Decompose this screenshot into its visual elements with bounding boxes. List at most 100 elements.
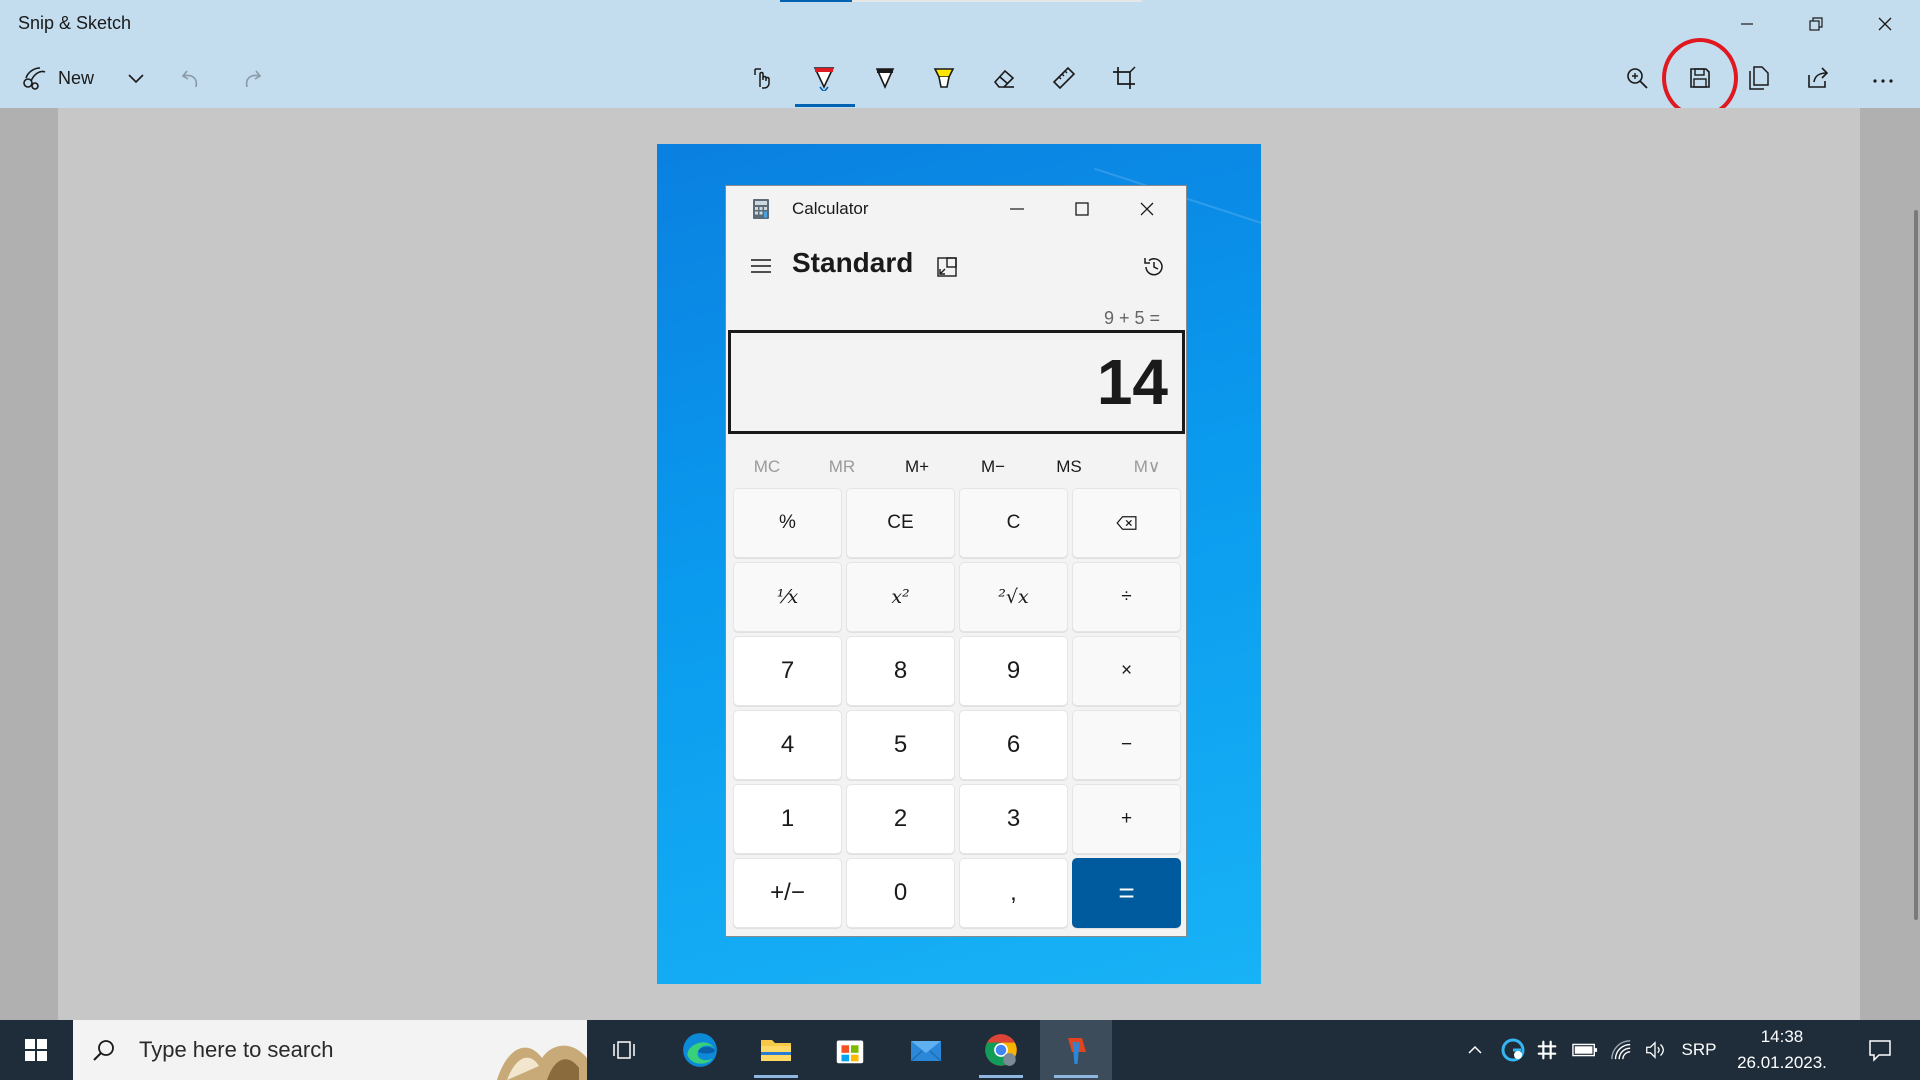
edge-taskbar-button[interactable] [664, 1020, 736, 1080]
backspace-key[interactable] [1072, 488, 1181, 558]
percent-key[interactable]: % [733, 488, 842, 558]
keep-on-top-button[interactable] [932, 252, 962, 282]
mail-taskbar-button[interactable] [890, 1020, 962, 1080]
input-language-indicator[interactable]: SRP [1676, 1020, 1722, 1080]
digit-2-key[interactable]: 2 [846, 784, 955, 854]
tray-network[interactable] [1606, 1020, 1636, 1080]
calculator-close-button[interactable] [1124, 194, 1170, 224]
save-icon [1690, 68, 1710, 88]
save-button[interactable] [1677, 56, 1723, 100]
result-value: 14 [1096, 346, 1168, 418]
tray-app-g[interactable] [1498, 1020, 1528, 1080]
g-app-icon [1501, 1038, 1525, 1062]
calculation-expression: 9 + 5 = [1103, 308, 1160, 328]
start-button[interactable] [0, 1020, 72, 1080]
tray-slack[interactable] [1532, 1020, 1562, 1080]
minus-key[interactable]: − [1072, 710, 1181, 780]
search-placeholder: Type here to search [139, 1037, 334, 1062]
tray-battery[interactable] [1568, 1020, 1602, 1080]
chrome-icon [985, 1034, 1017, 1066]
slack-icon [1537, 1040, 1557, 1060]
show-hidden-icons-button[interactable] [1462, 1020, 1488, 1080]
memory-store-button[interactable]: MS [1034, 449, 1104, 485]
image-crop-button[interactable] [1101, 56, 1147, 100]
redo-button[interactable] [229, 56, 275, 100]
new-snip-button[interactable]: New [10, 56, 105, 100]
close-icon [1140, 202, 1154, 216]
file-explorer-taskbar-button[interactable] [740, 1020, 812, 1080]
equals-key[interactable]: = [1072, 858, 1181, 928]
digit-1-key[interactable]: 1 [733, 784, 842, 854]
memory-clear-button[interactable]: MC [732, 449, 802, 485]
screenshot-snip: Calculator Standard 9 + 5 = 14 MC MR M+ … [657, 144, 1261, 984]
copy-icon [1749, 66, 1769, 90]
tray-volume[interactable] [1640, 1020, 1670, 1080]
memory-add-button[interactable]: M+ [882, 449, 952, 485]
undo-icon [181, 70, 198, 88]
highlighter-button[interactable] [921, 56, 967, 100]
digit-5-key[interactable]: 5 [846, 710, 955, 780]
navigation-menu-button[interactable] [746, 252, 776, 280]
taskbar-search-box[interactable]: Type here to search [73, 1020, 587, 1080]
digit-7-key[interactable]: 7 [733, 636, 842, 706]
restore-button[interactable] [1781, 2, 1850, 46]
undo-button[interactable] [168, 56, 214, 100]
new-dropdown-button[interactable] [113, 56, 159, 100]
digit-6-key[interactable]: 6 [959, 710, 1068, 780]
multiply-key[interactable]: × [1072, 636, 1181, 706]
vertical-scrollbar[interactable] [1914, 210, 1918, 920]
clock[interactable]: 14:38 26.01.2023. [1734, 1024, 1830, 1076]
ruler-button[interactable] [1041, 56, 1087, 100]
see-more-button[interactable] [1860, 56, 1906, 100]
eraser-icon [993, 69, 1015, 88]
redo-icon [245, 70, 262, 88]
snip-sketch-icon [1068, 1038, 1086, 1065]
ballpoint-pen-button[interactable] [801, 56, 847, 100]
close-button[interactable] [1850, 2, 1919, 46]
wifi-icon [1611, 1040, 1631, 1060]
reciprocal-key[interactable]: ¹⁄x [733, 562, 842, 632]
square-key[interactable]: x² [846, 562, 955, 632]
snip-sketch-taskbar-button[interactable] [1040, 1020, 1112, 1080]
digit-8-key[interactable]: 8 [846, 636, 955, 706]
task-view-button[interactable] [588, 1020, 660, 1080]
divide-key[interactable]: ÷ [1072, 562, 1181, 632]
memory-list-button[interactable]: M∨ [1112, 449, 1182, 485]
tab-indicator-active [780, 0, 852, 2]
decimal-separator-key[interactable]: , [959, 858, 1068, 928]
memory-subtract-button[interactable]: M− [958, 449, 1028, 485]
ruler-icon [1052, 66, 1076, 90]
task-view-icon [613, 1041, 635, 1059]
history-button[interactable] [1137, 250, 1171, 284]
share-button[interactable] [1795, 56, 1841, 100]
calculator-minimize-button[interactable] [994, 194, 1040, 224]
copy-button[interactable] [1736, 56, 1782, 100]
microsoft-store-taskbar-button[interactable] [814, 1020, 886, 1080]
minimize-button[interactable] [1712, 2, 1781, 46]
touch-writing-button[interactable] [741, 56, 787, 100]
plus-key[interactable]: + [1072, 784, 1181, 854]
minimize-icon [1010, 208, 1024, 210]
canvas-gutter-left [0, 108, 58, 1020]
memory-recall-button[interactable]: MR [807, 449, 877, 485]
digit-3-key[interactable]: 3 [959, 784, 1068, 854]
history-icon [1144, 258, 1163, 276]
chrome-taskbar-button[interactable] [965, 1020, 1037, 1080]
calculator-maximize-button[interactable] [1059, 194, 1105, 224]
square-root-key[interactable]: ²√x [959, 562, 1068, 632]
digit-4-key[interactable]: 4 [733, 710, 842, 780]
pencil-icon [875, 68, 895, 89]
clear-key[interactable]: C [959, 488, 1068, 558]
taskbar: Type here to search SRP 14:38 26.01.2023… [0, 1020, 1920, 1080]
zoom-button[interactable] [1614, 56, 1660, 100]
eraser-button[interactable] [981, 56, 1027, 100]
backspace-icon [1115, 516, 1137, 530]
pencil-button[interactable] [862, 56, 908, 100]
action-center-button[interactable] [1852, 1020, 1908, 1080]
negate-key[interactable]: +/− [733, 858, 842, 928]
digit-0-key[interactable]: 0 [846, 858, 955, 928]
calculator-titlebar: Calculator [726, 186, 1186, 230]
calculator-mode-title: Standard [792, 247, 914, 278]
clear-entry-key[interactable]: CE [846, 488, 955, 558]
digit-9-key[interactable]: 9 [959, 636, 1068, 706]
